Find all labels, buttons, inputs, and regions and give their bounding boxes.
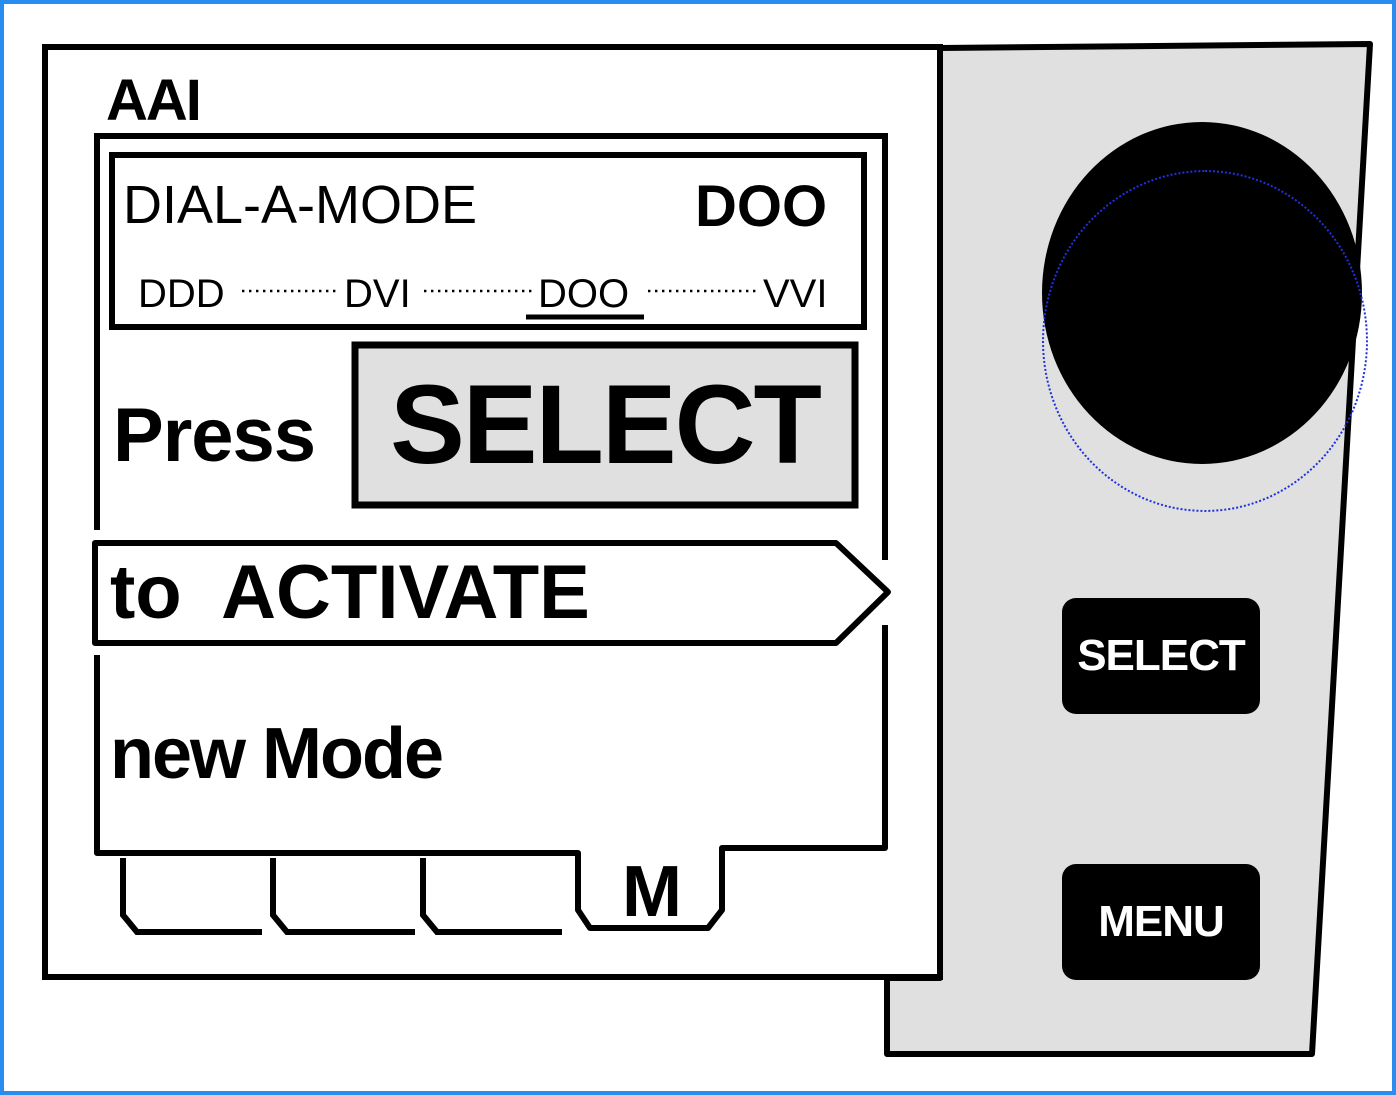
mode-option-ddd[interactable]: DDD (138, 274, 225, 314)
mode-label: AAI (106, 68, 202, 133)
soft-key-tab-3[interactable] (423, 858, 563, 934)
menu-button[interactable]: MENU (1062, 864, 1260, 980)
mode-option-vvi[interactable]: VVI (763, 274, 827, 314)
soft-key-tab-menu[interactable]: M (580, 850, 722, 930)
soft-key-tab-menu-label: M (622, 852, 682, 932)
mode-option-dvi[interactable]: DVI (344, 274, 411, 314)
new-mode-label: new Mode (110, 714, 444, 794)
mode-option-doo[interactable]: DOO (538, 274, 629, 314)
rotary-knob-icon[interactable] (1042, 122, 1362, 464)
soft-key-tab-1[interactable] (123, 858, 263, 934)
select-instruction-box: SELECT (355, 345, 855, 505)
select-button[interactable]: SELECT (1062, 598, 1260, 714)
current-mode-value: DOO (695, 174, 828, 239)
activate-label: to ACTIVATE (110, 550, 590, 635)
press-label: Press (113, 393, 316, 478)
select-instruction-label: SELECT (390, 362, 822, 487)
dial-a-mode-title: DIAL-A-MODE (123, 175, 478, 235)
soft-key-tab-2[interactable] (273, 858, 415, 934)
